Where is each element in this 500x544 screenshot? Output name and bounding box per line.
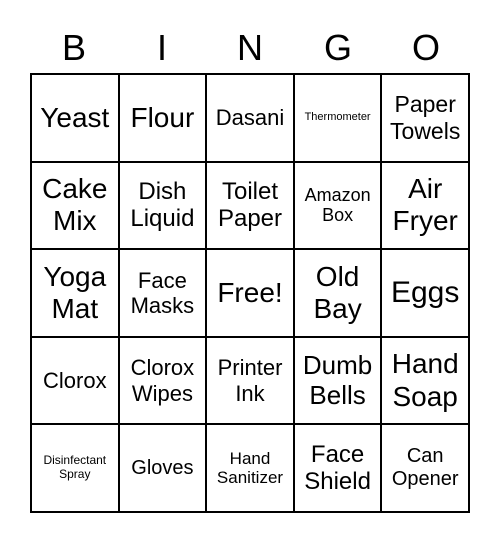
bingo-cell[interactable]: Free!: [206, 249, 294, 337]
bingo-cell[interactable]: Old Bay: [293, 249, 382, 337]
bingo-cell[interactable]: Eggs: [381, 249, 469, 337]
bingo-cell[interactable]: Dasani: [206, 74, 294, 162]
bingo-cell[interactable]: Thermometer: [293, 74, 382, 162]
header-letter-g: G: [323, 27, 352, 68]
bingo-cell[interactable]: Dish Liquid: [118, 161, 207, 250]
bingo-cell[interactable]: Hand Soap: [381, 336, 469, 425]
bingo-cell[interactable]: Flour: [118, 74, 207, 162]
header-letter-n: N: [237, 27, 263, 68]
bingo-cell[interactable]: Face Masks: [118, 249, 207, 337]
bingo-cell[interactable]: Dumb Bells: [293, 336, 382, 425]
bingo-header: B I N G O: [30, 22, 470, 74]
bingo-cell[interactable]: Clorox: [31, 336, 119, 425]
bingo-cell[interactable]: Gloves: [118, 424, 207, 512]
bingo-cell[interactable]: Disinfectant Spray: [31, 424, 119, 512]
bingo-cell[interactable]: Amazon Box: [293, 161, 382, 250]
bingo-cell[interactable]: Can Opener: [381, 424, 469, 512]
bingo-cell[interactable]: Cake Mix: [31, 161, 119, 250]
header-letter-i: I: [156, 27, 167, 68]
bingo-cell[interactable]: Air Fryer: [381, 161, 469, 250]
bingo-cell[interactable]: Printer Ink: [206, 336, 294, 425]
bingo-cell[interactable]: Face Shield: [293, 424, 382, 512]
header-letter-b: B: [61, 27, 86, 68]
bingo-cell[interactable]: Toilet Paper: [206, 161, 294, 250]
bingo-cell[interactable]: Yeast: [31, 74, 119, 162]
bingo-cell[interactable]: Yoga Mat: [31, 249, 119, 337]
header-letter-o: O: [411, 27, 440, 68]
bingo-grid: Yeast Flour Dasani Thermometer Paper Towels C…: [30, 73, 470, 513]
bingo-cell[interactable]: Paper Towels: [381, 74, 469, 162]
bingo-cell[interactable]: Hand Sanitizer: [206, 424, 294, 512]
bingo-cell[interactable]: Clorox Wipes: [118, 336, 207, 425]
